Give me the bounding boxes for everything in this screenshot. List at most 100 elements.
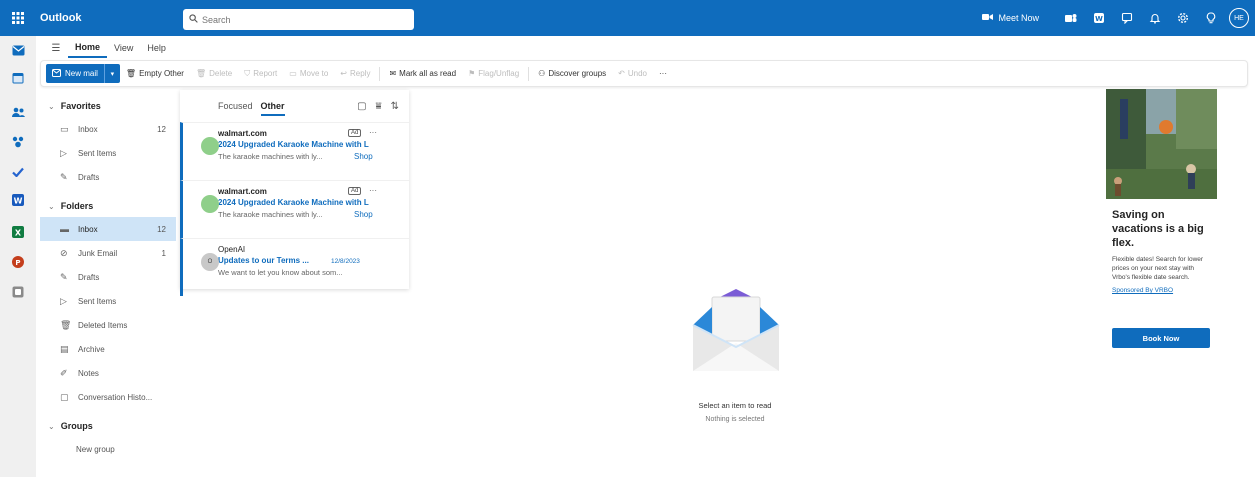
mark-all-read-button[interactable]: ✉ Mark all as read xyxy=(383,64,462,83)
tab-home[interactable]: Home xyxy=(68,38,108,58)
ad-panel: Saving on vacations is a big flex. Flexi… xyxy=(1106,89,1217,359)
message-subject: Updates to our Terms ... xyxy=(218,256,309,265)
search-box[interactable] xyxy=(183,9,414,30)
sender-avatar xyxy=(201,137,219,155)
tab-help[interactable]: Help xyxy=(140,38,173,58)
gear-icon[interactable] xyxy=(1169,0,1197,36)
meet-now-button[interactable]: Meet Now xyxy=(982,13,1039,23)
excel-app-icon[interactable]: X xyxy=(10,224,26,240)
message-preview: The karaoke machines with ly... xyxy=(218,152,323,161)
discover-groups-label: Discover groups xyxy=(548,69,607,78)
folder-item-sent[interactable]: ▷ Sent Items xyxy=(40,289,176,313)
message-list-header: Focused Other ▢ ⩸ ⇅ xyxy=(180,90,409,122)
list-header-actions: ▢ ⩸ ⇅ xyxy=(357,101,399,112)
folder-item-drafts[interactable]: ✎ Drafts xyxy=(40,265,176,289)
folders-label: Folders xyxy=(60,201,94,211)
chevron-down-icon: ⌄ xyxy=(48,201,55,211)
tab-focused[interactable]: Focused xyxy=(218,90,253,122)
compose-icon xyxy=(52,68,61,79)
unread-count: 1 xyxy=(161,248,166,258)
delete-button[interactable]: 🗑 Delete xyxy=(190,64,238,83)
favorites-header[interactable]: ⌄ Favorites xyxy=(40,95,176,117)
ad-badge: Ad xyxy=(348,129,362,137)
feedback-icon[interactable] xyxy=(1113,0,1141,36)
new-group-link[interactable]: New group xyxy=(40,437,176,461)
collapse-pane-icon[interactable]: ☰ xyxy=(44,43,68,54)
shop-link[interactable]: Shop xyxy=(354,152,373,161)
message-sender: walmart.com xyxy=(218,187,267,196)
move-to-button[interactable]: ▭ Move to xyxy=(283,64,334,83)
ad-image[interactable] xyxy=(1106,89,1217,199)
svg-text:W: W xyxy=(14,197,23,206)
app-launcher-icon[interactable] xyxy=(0,0,36,36)
favorite-item-sent[interactable]: ▷ Sent Items xyxy=(40,141,176,165)
filter-icon[interactable]: ⩸ xyxy=(376,101,382,112)
more-actions-icon[interactable]: ··· xyxy=(369,186,377,195)
select-icon[interactable]: ▢ xyxy=(357,101,366,112)
new-mail-button[interactable]: New mail xyxy=(46,64,104,83)
discover-groups-button[interactable]: ⚇ Discover groups xyxy=(532,64,612,83)
trash-icon: 🗑 xyxy=(60,319,72,330)
new-mail-dropdown[interactable]: ▾ xyxy=(103,64,120,83)
flag-label: Flag/Unflag xyxy=(478,69,520,78)
favorite-item-inbox[interactable]: ▭ Inbox 12 xyxy=(40,117,176,141)
tab-other[interactable]: Other xyxy=(260,90,285,122)
groups-header[interactable]: ⌄ Groups xyxy=(40,415,176,437)
toolbar-divider xyxy=(528,66,530,81)
calendar-app-icon[interactable] xyxy=(10,70,26,86)
shop-link[interactable]: Shop xyxy=(354,210,373,219)
folder-item-junk[interactable]: ⊘ Junk Email 1 xyxy=(40,241,176,265)
reply-button[interactable]: ↩ Reply xyxy=(334,64,376,83)
ad-sponsor-link[interactable]: Sponsored By VRBO xyxy=(1112,287,1211,294)
people-app-icon[interactable] xyxy=(10,104,26,120)
book-now-button[interactable]: Book Now xyxy=(1112,328,1210,348)
unread-count: 12 xyxy=(157,224,166,234)
more-actions-icon[interactable]: ··· xyxy=(369,128,377,137)
more-options-button[interactable]: ··· xyxy=(653,64,673,83)
chevron-down-icon: ▾ xyxy=(110,70,115,78)
bell-icon[interactable] xyxy=(1141,0,1169,36)
empty-other-button[interactable]: 🗑 Empty Other xyxy=(120,64,190,83)
undo-button[interactable]: ↶ Undo xyxy=(612,64,653,83)
mail-app-icon[interactable] xyxy=(10,42,26,58)
trash-icon: 🗑 xyxy=(125,69,137,78)
account-avatar[interactable]: HE xyxy=(1229,8,1249,28)
search-icon xyxy=(189,14,198,25)
powerpoint-app-icon[interactable]: P xyxy=(10,254,26,270)
inbox-icon: ▭ xyxy=(60,123,69,134)
app-title[interactable]: Outlook xyxy=(40,12,180,24)
folder-name: Notes xyxy=(78,368,99,378)
pencil-icon: ✎ xyxy=(60,171,68,182)
folder-item-deleted[interactable]: 🗑 Deleted Items xyxy=(40,313,176,337)
folder-name: Drafts xyxy=(78,272,100,282)
message-item[interactable]: O OpenAI Updates to our Terms ... 12/8/2… xyxy=(180,238,409,296)
lightbulb-icon[interactable] xyxy=(1197,0,1225,36)
favorite-item-drafts[interactable]: ✎ Drafts xyxy=(40,165,176,189)
folder-item-conversation-history[interactable]: ▢ Conversation Histo... xyxy=(40,385,176,409)
teams-icon[interactable] xyxy=(1057,0,1085,36)
svg-text:X: X xyxy=(15,229,22,238)
todo-app-icon[interactable] xyxy=(10,164,26,180)
folder-item-notes[interactable]: ✐ Notes xyxy=(40,361,176,385)
folder-item-inbox[interactable]: ▬ Inbox 12 xyxy=(40,217,176,241)
folder-move-icon: ▭ xyxy=(289,69,297,78)
word-icon[interactable]: W xyxy=(1085,0,1113,36)
ribbon-tabs: ☰ Home View Help xyxy=(44,38,173,58)
word-app-icon[interactable]: W xyxy=(10,192,26,208)
undo-label: Undo xyxy=(627,69,647,78)
search-input[interactable] xyxy=(202,14,402,25)
message-date: 12/8/2023 xyxy=(331,258,360,265)
tab-view[interactable]: View xyxy=(107,38,140,58)
message-item[interactable]: walmart.com 2024 Upgraded Karaoke Machin… xyxy=(180,122,409,180)
report-button[interactable]: ⛉ Report xyxy=(238,64,283,83)
groups-app-icon[interactable] xyxy=(10,134,26,150)
top-bar: Outlook Meet Now W HE xyxy=(0,0,1255,36)
folder-name: Conversation Histo... xyxy=(78,392,153,402)
sort-icon[interactable]: ⇅ xyxy=(391,101,399,112)
flag-button[interactable]: ⚑ Flag/Unflag xyxy=(462,64,525,83)
folders-header[interactable]: ⌄ Folders xyxy=(40,195,176,217)
more-apps-icon[interactable] xyxy=(10,284,26,300)
message-item[interactable]: walmart.com 2024 Upgraded Karaoke Machin… xyxy=(180,180,409,238)
folder-item-archive[interactable]: ▤ Archive xyxy=(40,337,176,361)
send-icon: ▷ xyxy=(60,295,67,306)
